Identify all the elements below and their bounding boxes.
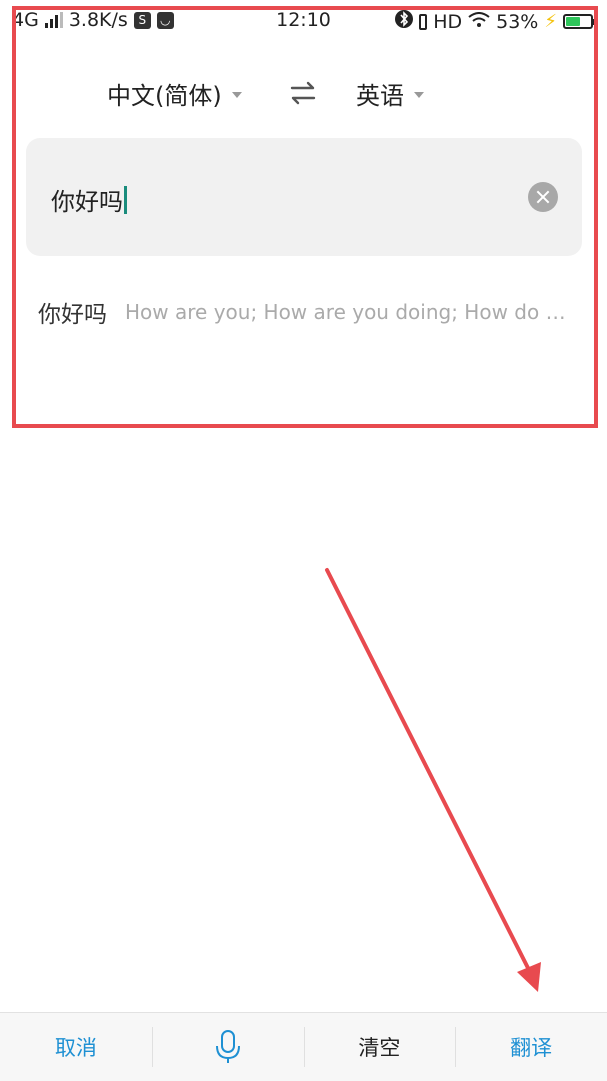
hd-label: HD: [433, 10, 463, 33]
clear-label: 清空: [358, 1036, 401, 1060]
source-language-label: 中文(简体): [107, 82, 222, 110]
translate-button[interactable]: 翻译: [455, 1013, 607, 1081]
swap-languages-button[interactable]: [286, 76, 320, 110]
microphone-icon: [215, 1030, 240, 1063]
status-bar: 4G 3.8K/s S ◡ 12:10 HD 53% ⚡: [0, 0, 607, 42]
wifi-icon: [468, 11, 490, 33]
vibrate-icon: [419, 13, 428, 30]
chevron-down-icon: [414, 91, 424, 98]
target-language-label: 英语: [356, 82, 404, 110]
bottom-action-bar: 取消 清空 翻译: [0, 1012, 607, 1081]
clear-input-icon[interactable]: [528, 182, 558, 212]
cancel-label: 取消: [54, 1036, 97, 1060]
input-value: 你好吗: [51, 188, 123, 216]
bluetooth-icon: [395, 9, 414, 34]
clear-button[interactable]: 清空: [303, 1013, 456, 1081]
suggestion-translation: How are you; How are you doing; How do y…: [125, 300, 570, 324]
chevron-down-icon: [231, 91, 242, 98]
input-field[interactable]: 你好吗: [51, 182, 127, 217]
charging-icon: ⚡: [544, 11, 557, 32]
source-language-dropdown[interactable]: 中文(简体): [107, 76, 242, 111]
suggestion-word: 你好吗: [38, 302, 107, 328]
swap-arrows-icon: [290, 81, 316, 105]
target-language-dropdown[interactable]: 英语: [356, 76, 424, 111]
voice-input-button[interactable]: [151, 1013, 304, 1081]
translation-input-area[interactable]: 你好吗: [26, 138, 582, 256]
translate-label: 翻译: [510, 1036, 553, 1060]
suggestion-item[interactable]: 你好吗 How are you; How are you doing; How …: [38, 295, 570, 329]
text-cursor: [124, 185, 127, 214]
battery-percent: 53%: [496, 10, 539, 33]
cancel-button[interactable]: 取消: [0, 1013, 152, 1081]
language-bar: 中文(简体) 英语: [0, 62, 607, 122]
battery-icon: [563, 14, 596, 29]
